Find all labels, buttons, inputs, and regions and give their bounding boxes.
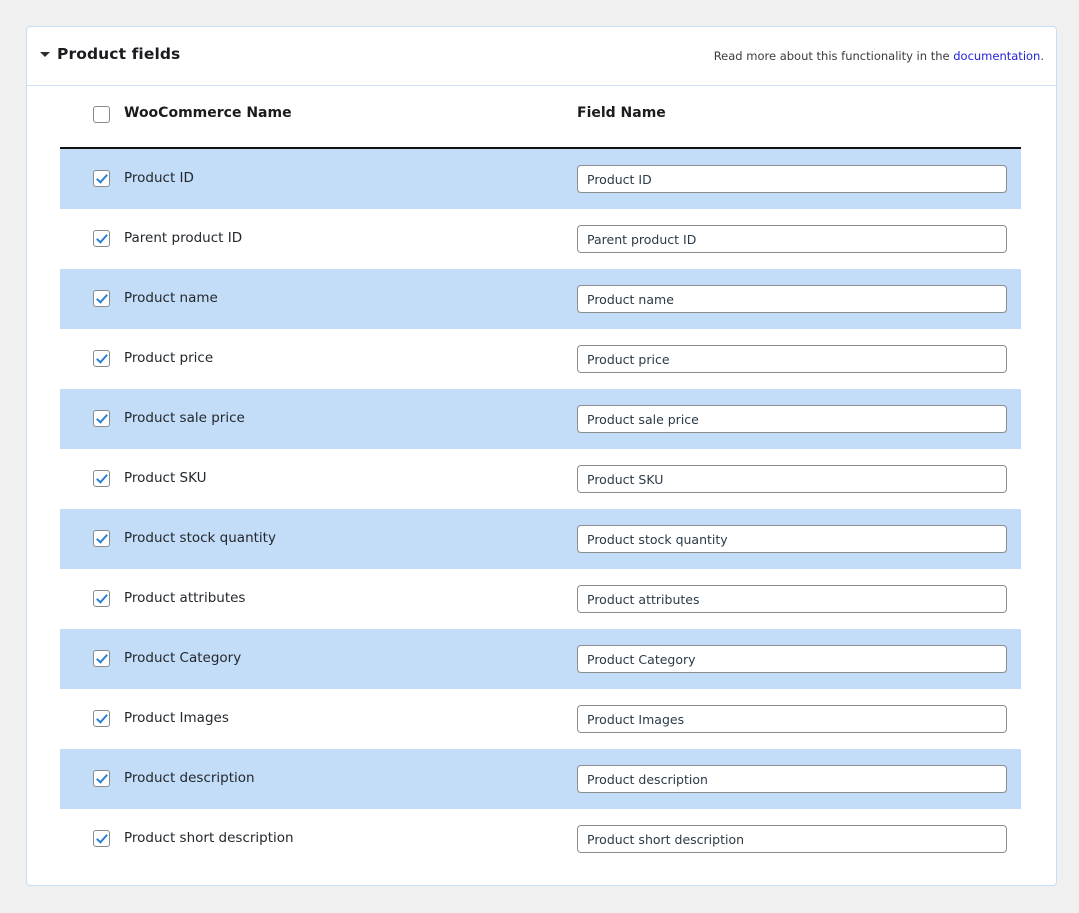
field-name-input[interactable] [577, 705, 1007, 733]
table-row: Product description [60, 749, 1021, 809]
table-row: Product short description [60, 809, 1021, 869]
row-checkbox[interactable] [93, 290, 110, 307]
table-body: Product ID Parent product ID Product name P… [60, 149, 1021, 869]
documentation-note-suffix: . [1040, 49, 1044, 63]
row-checkbox-wrap[interactable] [93, 470, 110, 491]
column-header-field-name: Field Name [577, 105, 666, 121]
row-checkbox-wrap[interactable] [93, 710, 110, 731]
row-checkbox[interactable] [93, 710, 110, 727]
row-checkbox-wrap[interactable] [93, 170, 110, 191]
row-label: Product name [124, 290, 218, 306]
column-header-woocommerce-name: WooCommerce Name [124, 105, 292, 121]
row-checkbox[interactable] [93, 350, 110, 367]
row-checkbox[interactable] [93, 830, 110, 847]
row-checkbox[interactable] [93, 530, 110, 547]
row-label: Product Images [124, 710, 229, 726]
row-checkbox-wrap[interactable] [93, 590, 110, 611]
row-checkbox[interactable] [93, 650, 110, 667]
table-row: Product Images [60, 689, 1021, 749]
row-checkbox-wrap[interactable] [93, 650, 110, 671]
row-label: Product short description [124, 830, 294, 846]
field-name-input[interactable] [577, 765, 1007, 793]
field-name-input[interactable] [577, 405, 1007, 433]
field-name-input[interactable] [577, 825, 1007, 853]
row-checkbox-wrap[interactable] [93, 350, 110, 371]
row-checkbox-wrap[interactable] [93, 530, 110, 551]
row-checkbox-wrap[interactable] [93, 230, 110, 251]
table-row: Product name [60, 269, 1021, 329]
table-row: Product price [60, 329, 1021, 389]
row-label: Parent product ID [124, 230, 243, 246]
documentation-note: Read more about this functionality in th… [714, 49, 1044, 63]
select-all-checkbox-wrap[interactable] [93, 106, 110, 127]
row-checkbox[interactable] [93, 170, 110, 187]
row-label: Product SKU [124, 470, 207, 486]
field-name-input[interactable] [577, 345, 1007, 373]
row-label: Product stock quantity [124, 530, 276, 546]
table-row: Product stock quantity [60, 509, 1021, 569]
table-row: Product SKU [60, 449, 1021, 509]
row-checkbox-wrap[interactable] [93, 410, 110, 431]
table-row: Product attributes [60, 569, 1021, 629]
row-checkbox[interactable] [93, 410, 110, 427]
table-row: Parent product ID [60, 209, 1021, 269]
row-checkbox-wrap[interactable] [93, 290, 110, 311]
table-header-row: WooCommerce Name Field Name [60, 86, 1021, 149]
field-name-input[interactable] [577, 585, 1007, 613]
chevron-down-icon[interactable] [40, 52, 50, 57]
row-label: Product Category [124, 650, 242, 666]
row-checkbox[interactable] [93, 470, 110, 487]
row-checkbox[interactable] [93, 590, 110, 607]
row-label: Product price [124, 350, 214, 366]
table-row: Product Category [60, 629, 1021, 689]
field-name-input[interactable] [577, 225, 1007, 253]
table-row: Product ID [60, 149, 1021, 209]
row-checkbox-wrap[interactable] [93, 770, 110, 791]
field-name-input[interactable] [577, 165, 1007, 193]
field-name-input[interactable] [577, 285, 1007, 313]
panel-header: Product fields Read more about this func… [27, 27, 1056, 86]
row-label: Product ID [124, 170, 194, 186]
row-label: Product sale price [124, 410, 245, 426]
product-fields-panel: Product fields Read more about this func… [26, 26, 1057, 886]
row-checkbox[interactable] [93, 770, 110, 787]
select-all-checkbox[interactable] [93, 106, 110, 123]
field-name-input[interactable] [577, 465, 1007, 493]
row-checkbox-wrap[interactable] [93, 830, 110, 851]
row-checkbox[interactable] [93, 230, 110, 247]
table-row: Product sale price [60, 389, 1021, 449]
field-name-input[interactable] [577, 525, 1007, 553]
field-name-input[interactable] [577, 645, 1007, 673]
documentation-note-text: Read more about this functionality in th… [713, 49, 954, 63]
page-title: Product fields [57, 45, 181, 63]
row-label: Product description [124, 770, 255, 786]
product-fields-table: WooCommerce Name Field Name Product ID Pa… [60, 86, 1021, 869]
documentation-link[interactable]: documentation [953, 49, 1040, 63]
row-label: Product attributes [124, 590, 246, 606]
